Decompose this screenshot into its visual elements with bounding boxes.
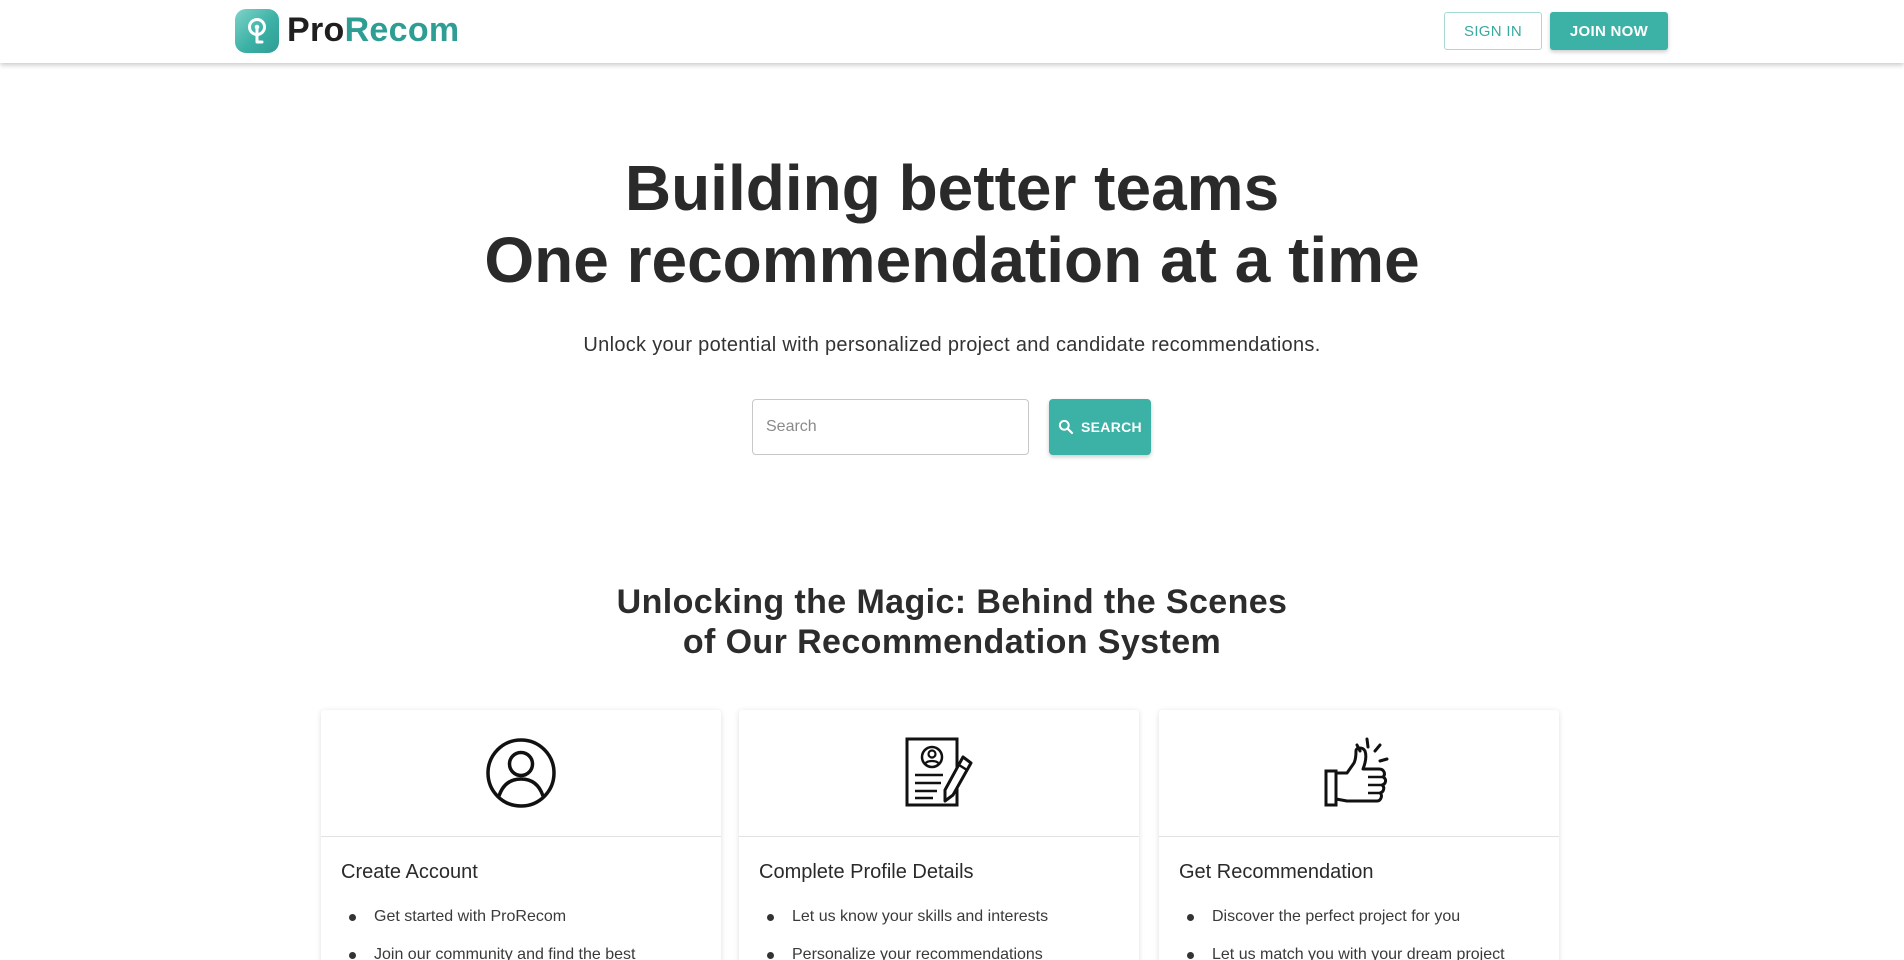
list-item: Let us match you with your dream project [1179, 945, 1549, 960]
hero-title-line-2: One recommendation at a time [484, 224, 1420, 296]
list-item: Personalize your recommendations [759, 945, 1129, 960]
brand-logo[interactable]: ProRecom [235, 8, 459, 53]
search-input[interactable] [752, 399, 1029, 455]
resume-edit-icon [905, 737, 973, 807]
brand-name-recom: Recom [344, 11, 460, 49]
step-card-profile-details: Complete Profile Details Let us know you… [739, 710, 1139, 960]
thumbs-up-icon [1324, 737, 1389, 807]
list-item: Join our community and find the best [341, 945, 711, 960]
step-card-get-recommendation: Get Recommendation Discover the perfect … [1159, 710, 1559, 960]
section-title: Unlocking the Magic: Behind the Scenes o… [0, 582, 1904, 662]
search-icon [1058, 419, 1074, 435]
card-title: Get Recommendation [1179, 861, 1374, 883]
join-now-button[interactable]: JOIN NOW [1550, 12, 1668, 50]
card-list: Discover the perfect project for you Let… [1179, 907, 1549, 960]
sign-in-button[interactable]: SIGN IN [1444, 12, 1542, 50]
search-button[interactable]: SEARCH [1049, 399, 1151, 455]
list-item: Get started with ProRecom [341, 907, 711, 927]
card-media [739, 710, 1139, 837]
card-list: Get started with ProRecom Join our commu… [341, 907, 711, 960]
card-title: Complete Profile Details [759, 861, 974, 883]
top-navbar: ProRecom SIGN IN JOIN NOW [0, 0, 1904, 63]
step-card-create-account: Create Account Get started with ProRecom… [321, 710, 721, 960]
hero-subtitle: Unlock your potential with personalized … [583, 334, 1321, 356]
brand-name-pro: Pro [287, 11, 345, 49]
card-media [1159, 710, 1559, 837]
hero-title-line-1: Building better teams [624, 152, 1280, 224]
logo-p-icon [235, 8, 279, 53]
user-circle-icon [486, 738, 556, 808]
section-title-line-2: of Our Recommendation System [682, 623, 1222, 661]
card-media [321, 710, 721, 837]
brand-name: ProRecom [287, 11, 459, 50]
list-item: Discover the perfect project for you [1179, 907, 1549, 927]
hero-title: Building better teams One recommendation… [0, 152, 1904, 296]
card-list: Let us know your skills and interests Pe… [759, 907, 1129, 960]
list-item: Let us know your skills and interests [759, 907, 1129, 927]
search-button-label: SEARCH [1081, 419, 1142, 435]
section-title-line-1: Unlocking the Magic: Behind the Scenes [616, 583, 1288, 621]
card-title: Create Account [341, 861, 478, 883]
